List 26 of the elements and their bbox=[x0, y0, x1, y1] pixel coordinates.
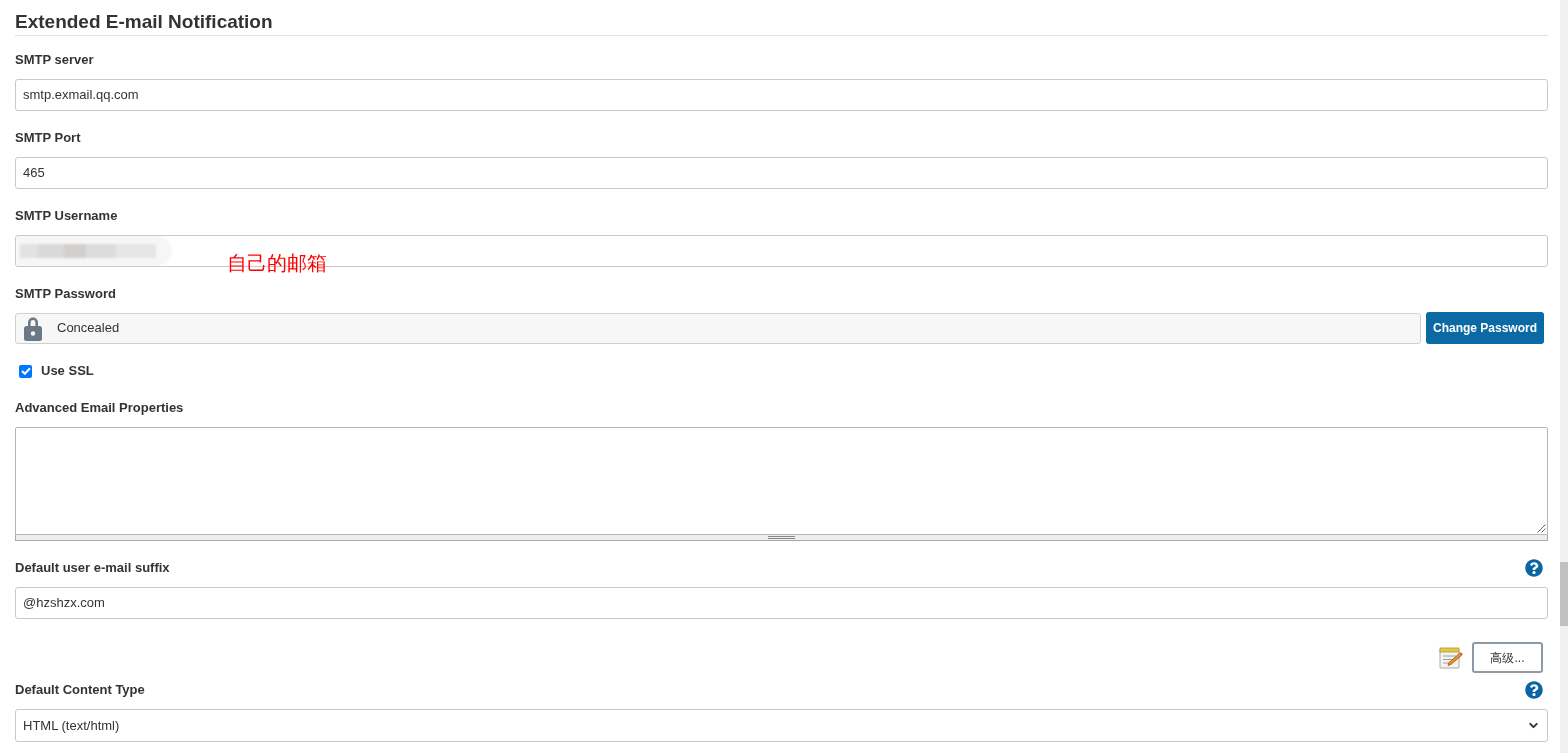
field-label: SMTP Port bbox=[15, 129, 81, 147]
textarea-field[interactable] bbox=[15, 427, 1548, 535]
scrollbar-thumb[interactable] bbox=[1560, 562, 1568, 626]
dropdown-select[interactable]: HTML (text/html) bbox=[15, 709, 1548, 742]
help-icon[interactable] bbox=[1525, 681, 1543, 699]
field-label: Advanced Email Properties bbox=[15, 399, 184, 417]
lock-icon bbox=[24, 315, 42, 341]
field-label: SMTP Password bbox=[15, 285, 116, 303]
field-label: Default Content Type bbox=[15, 681, 145, 699]
field-label: SMTP Username bbox=[15, 207, 118, 225]
section-title: Extended E-mail Notification bbox=[15, 10, 274, 34]
text-field[interactable]: smtp.exmail.qq.com bbox=[15, 79, 1548, 111]
advanced-button[interactable]: 高级... bbox=[1472, 642, 1543, 673]
text-field[interactable]: @hzshzx.com bbox=[15, 587, 1548, 619]
resize-grip-icon[interactable] bbox=[1537, 524, 1546, 533]
grip-icon[interactable] bbox=[768, 536, 795, 539]
help-icon[interactable] bbox=[1525, 559, 1543, 577]
checkbox[interactable] bbox=[19, 364, 32, 378]
checkbox-label: Use SSL bbox=[41, 362, 94, 380]
password-field: Concealed bbox=[15, 312, 1421, 344]
change-password-button[interactable]: Change Password bbox=[1425, 312, 1544, 344]
notepad-pencil-icon bbox=[1439, 646, 1463, 669]
field-label: Default user e-mail suffix bbox=[15, 559, 170, 577]
text-field[interactable]: 465 bbox=[15, 157, 1548, 189]
annotation-text: 自己的邮箱 bbox=[227, 251, 327, 275]
field-label: SMTP server bbox=[15, 51, 94, 69]
